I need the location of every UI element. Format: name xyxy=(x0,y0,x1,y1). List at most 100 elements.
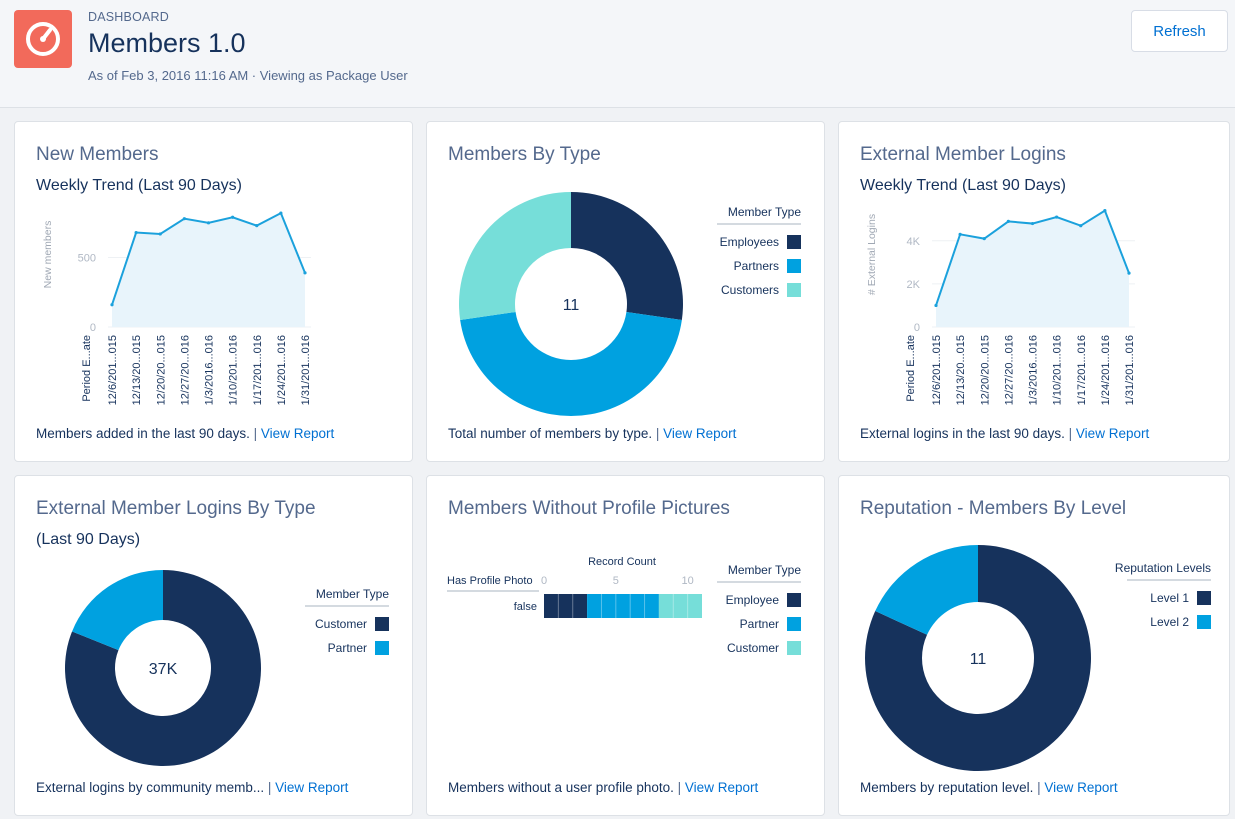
view-report-link[interactable]: View Report xyxy=(275,780,348,795)
card-footer: External logins by community memb... | V… xyxy=(36,780,348,795)
no-photo-stacked-bar: Record Count Has Profile Photo 0 5 10 false Me… xyxy=(447,556,801,655)
x-tick-label: 1/31/201...016 xyxy=(300,335,312,405)
legend-label: Employee xyxy=(726,593,780,607)
data-point xyxy=(1006,219,1010,223)
x-tick-label: 12/20/20...015 xyxy=(979,335,991,405)
refresh-button[interactable]: Refresh xyxy=(1131,10,1228,52)
data-point xyxy=(1030,221,1035,226)
card-title: External Member Logins By Type xyxy=(36,498,316,519)
reputation-donut: 11 Reputation Levels Level 1 Level 2 xyxy=(865,545,1211,771)
card-new-members: New Members Weekly Trend (Last 90 Days) … xyxy=(14,121,413,462)
legend-label: Partners xyxy=(734,259,779,273)
x-tick-label: 1/10/201...016 xyxy=(228,335,240,405)
card-footer: External logins in the last 90 days. | V… xyxy=(860,426,1149,441)
data-point xyxy=(1079,224,1083,228)
bar-segment xyxy=(658,594,702,618)
legend-swatch xyxy=(375,617,389,631)
card-footer: Members added in the last 90 days. | Vie… xyxy=(36,426,334,441)
legend-label: Level 1 xyxy=(1150,591,1189,605)
x-tick-label: 12/6/201...015 xyxy=(107,335,119,405)
x-tick-label: 12/20/20...015 xyxy=(155,335,167,405)
data-point xyxy=(982,237,986,241)
x-tick-label: 1/24/201...016 xyxy=(276,335,288,405)
legend-swatch xyxy=(1197,591,1211,605)
footer-description: Total number of members by type. xyxy=(448,426,653,441)
x-tick-label: 1/31/201...016 xyxy=(1124,335,1136,405)
x-tick-label: 10 xyxy=(682,575,694,587)
pie-slice xyxy=(571,192,683,320)
data-point xyxy=(934,303,938,308)
card-title: External Member Logins xyxy=(860,144,1066,165)
view-report-link[interactable]: View Report xyxy=(1076,426,1149,441)
footer-description: Members added in the last 90 days. xyxy=(36,426,250,441)
data-point xyxy=(134,230,138,235)
x-tick-label: 1/24/201...016 xyxy=(1100,335,1112,405)
card-members-by-type: Members By Type 11 Member Type Employees Pa… xyxy=(426,121,825,462)
card-footer: Members by reputation level. | View Repo… xyxy=(860,780,1118,795)
x-tick-label: 1/3/2016...016 xyxy=(1028,335,1040,405)
view-report-link[interactable]: View Report xyxy=(685,780,758,795)
card-title: Members By Type xyxy=(448,144,601,165)
dashboard-header: DASHBOARD Members 1.0 As of Feb 3, 2016 … xyxy=(0,0,1235,108)
data-point xyxy=(110,303,114,307)
view-report-link[interactable]: View Report xyxy=(261,426,334,441)
x-tick-label: 12/27/20...016 xyxy=(1003,335,1015,405)
card-title: Members Without Profile Pictures xyxy=(448,498,730,519)
y-tick-label: 0 xyxy=(914,322,920,334)
x-tick-label: 0 xyxy=(541,575,547,587)
card-footer: Members without a user profile photo. | … xyxy=(448,780,758,795)
area-fill xyxy=(112,213,305,327)
legend-label: Partner xyxy=(328,641,367,655)
data-point xyxy=(158,232,162,236)
category-header: Has Profile Photo xyxy=(447,575,533,587)
gauge-icon xyxy=(14,10,72,68)
card-no-profile-photo: Members Without Profile Pictures Record … xyxy=(426,475,825,816)
y-tick-label: 2K xyxy=(907,279,921,291)
pie-slice xyxy=(460,311,682,417)
view-report-link[interactable]: View Report xyxy=(663,426,736,441)
footer-description: External logins in the last 90 days. xyxy=(860,426,1065,441)
legend-label: Partner xyxy=(740,617,779,631)
x-tick-label: 1/17/201...016 xyxy=(252,335,264,405)
view-report-link[interactable]: View Report xyxy=(1044,780,1117,795)
footer-separator: | xyxy=(655,426,660,441)
members-by-type-donut: 11 Member Type Employees Partners Customers xyxy=(459,192,801,417)
data-point xyxy=(303,271,307,275)
footer-description: External logins by community memb... xyxy=(36,780,265,795)
data-point xyxy=(1127,271,1131,275)
y-tick-label: 0 xyxy=(90,322,96,334)
data-point xyxy=(279,211,283,215)
new-members-area-chart: 0 500 New members Period E...ate 12/6/201...… xyxy=(42,211,312,405)
data-point xyxy=(255,224,259,228)
data-point xyxy=(958,232,962,236)
footer-separator: | xyxy=(1037,780,1041,795)
legend-swatch xyxy=(787,283,801,297)
footer-separator: | xyxy=(253,426,258,441)
legend-swatch xyxy=(787,617,801,631)
footer-separator: | xyxy=(677,780,682,795)
page-title: Members 1.0 xyxy=(88,28,246,58)
x-tick-label: 12/6/201...015 xyxy=(931,335,943,405)
legend-swatch xyxy=(375,641,389,655)
footer-description: Members by reputation level. xyxy=(860,780,1034,795)
data-point xyxy=(182,217,186,221)
legend-swatch xyxy=(787,641,801,655)
data-point xyxy=(1055,215,1059,219)
x-tick-label: 5 xyxy=(613,575,619,587)
area-fill xyxy=(936,210,1129,327)
footer-separator: | xyxy=(267,780,272,795)
legend-label: Customer xyxy=(315,617,367,631)
legend-title: Member Type xyxy=(728,563,801,577)
legend-swatch xyxy=(787,593,801,607)
x-tick-label: 1/10/201...016 xyxy=(1052,335,1064,405)
center-total-label: 11 xyxy=(970,651,987,668)
category-label: false xyxy=(514,601,537,613)
x-axis-label: Period E...ate xyxy=(81,335,93,402)
footer-description: Members without a user profile photo. xyxy=(448,780,674,795)
as-of-text: As of Feb 3, 2016 11:16 AM · Viewing as … xyxy=(88,68,408,83)
legend-label: Customer xyxy=(727,641,779,655)
x-tick-label: 12/13/20...015 xyxy=(955,335,967,405)
card-reputation: Reputation - Members By Level 11 Reputati… xyxy=(838,475,1230,816)
dashboard-kicker: DASHBOARD xyxy=(88,10,169,24)
logins-by-type-donut: 37K Member Type Customer Partner xyxy=(64,570,389,766)
